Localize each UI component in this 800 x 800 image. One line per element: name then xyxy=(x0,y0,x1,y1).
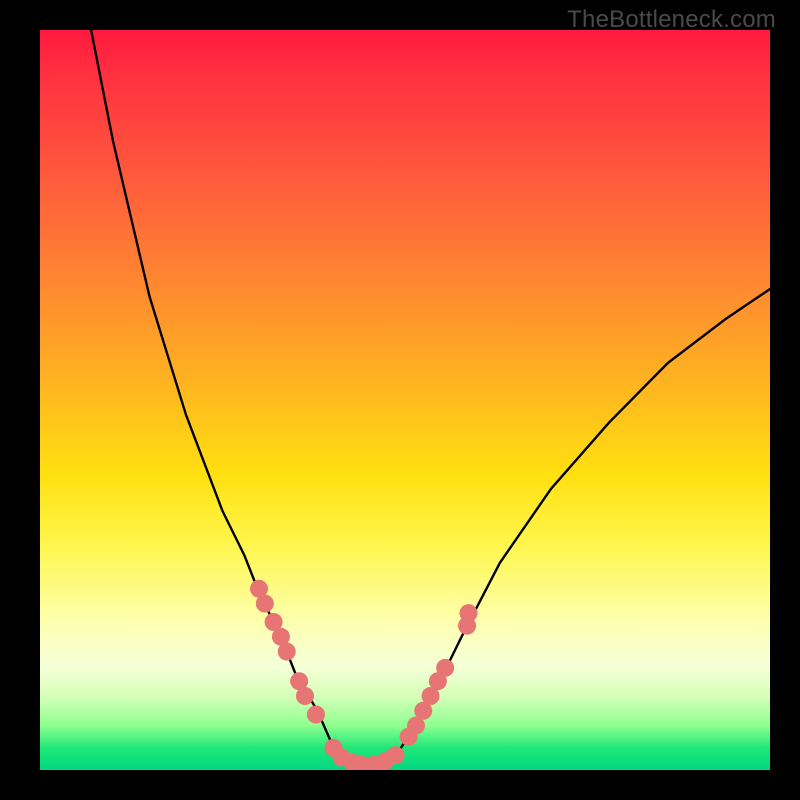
marker-dot xyxy=(296,687,314,705)
marker-dot xyxy=(256,595,274,613)
marker-dot xyxy=(278,643,296,661)
marker-dot xyxy=(460,604,478,622)
chart-frame: TheBottleneck.com xyxy=(0,0,800,800)
marker-dot xyxy=(436,659,454,677)
bottleneck-curve xyxy=(91,30,770,766)
marker-dots xyxy=(250,580,478,770)
marker-dot xyxy=(387,746,405,764)
marker-dot xyxy=(307,706,325,724)
plot-area xyxy=(40,30,770,770)
chart-svg xyxy=(40,30,770,770)
